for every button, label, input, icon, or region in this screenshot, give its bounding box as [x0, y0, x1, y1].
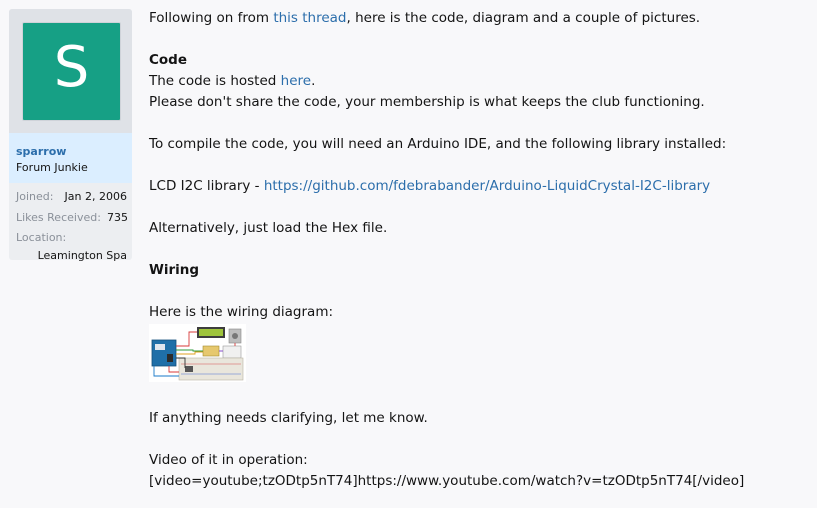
clarify-text: If anything needs clarifying, let me kno…	[149, 410, 428, 426]
this-thread-link[interactable]: this thread	[273, 10, 346, 26]
hosted-suffix: .	[311, 73, 316, 89]
lcd-line: LCD I2C library - https://github.com/fde…	[149, 176, 710, 197]
intro-line: Following on from this thread, here is t…	[149, 8, 700, 29]
user-name-block: sparrow Forum Junkie	[9, 133, 132, 183]
code-heading: Code	[149, 52, 188, 68]
intro-suffix: , here is the code, diagram and a couple…	[346, 10, 701, 26]
wiring-intro-text: Here is the wiring diagram:	[149, 304, 334, 320]
compile-text: To compile the code, you will need an Ar…	[149, 136, 727, 152]
user-title: Forum Junkie	[16, 161, 88, 174]
github-library-link[interactable]: https://github.com/fdebrabander/Arduino-…	[264, 178, 710, 194]
joined-value: Jan 2, 2006	[64, 190, 127, 203]
user-info-panel: S sparrow Forum Junkie Joined: Jan 2, 20…	[9, 9, 132, 262]
wiring-heading: Wiring	[149, 262, 200, 278]
likes-label: Likes Received:	[16, 211, 101, 224]
location-value[interactable]: Leamington Spa	[27, 249, 127, 262]
alternative-text: Alternatively, just load the Hex file.	[149, 220, 388, 236]
dont-share-text: Please don't share the code, your member…	[149, 94, 705, 110]
avatar[interactable]: S	[22, 22, 121, 121]
hosted-line: The code is hosted here.	[149, 71, 315, 92]
location-label: Location:	[16, 231, 67, 244]
intro-prefix: Following on from	[149, 10, 274, 26]
avatar-letter: S	[53, 35, 90, 100]
joined-label: Joined:	[16, 190, 54, 203]
username-link[interactable]: sparrow	[16, 145, 66, 158]
wiring-diagram-image[interactable]	[149, 324, 246, 382]
video-intro-text: Video of it in operation:	[149, 452, 308, 468]
video-bbcode-text: [video=youtube;tzODtp5nT74]https://www.y…	[149, 473, 745, 489]
lcd-prefix: LCD I2C library -	[149, 178, 264, 194]
likes-value: 735	[107, 211, 128, 224]
hosted-prefix: The code is hosted	[149, 73, 281, 89]
avatar-container: S	[9, 9, 132, 133]
here-link[interactable]: here	[281, 73, 311, 89]
